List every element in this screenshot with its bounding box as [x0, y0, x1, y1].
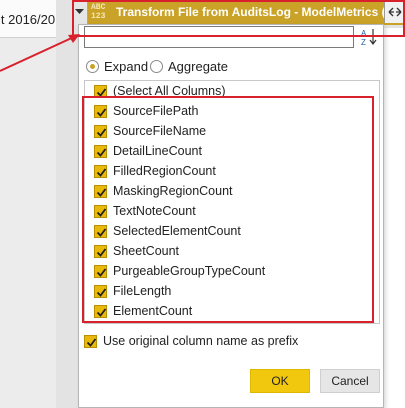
highlight-box-header: [72, 0, 405, 37]
prefix-option[interactable]: Use original column name as prefix: [84, 332, 298, 350]
aggregate-radio-label: Aggregate: [168, 58, 228, 74]
prefix-checkbox[interactable]: [84, 334, 97, 348]
aggregate-radio-circle[interactable]: [150, 59, 163, 73]
expand-radio-label: Expand: [104, 58, 149, 74]
ok-button[interactable]: OK: [250, 369, 310, 393]
check-icon: [86, 337, 97, 347]
expand-radio[interactable]: Expand: [86, 56, 148, 76]
highlight-box-columns: [82, 96, 374, 323]
svg-text:Z: Z: [361, 38, 366, 47]
background-right-pane: [383, 28, 405, 408]
annotation-arrow: [0, 34, 80, 72]
prefix-label: Use original column name as prefix: [103, 334, 299, 348]
aggregate-radio[interactable]: Aggregate: [150, 56, 228, 76]
cancel-button[interactable]: Cancel: [320, 369, 380, 393]
